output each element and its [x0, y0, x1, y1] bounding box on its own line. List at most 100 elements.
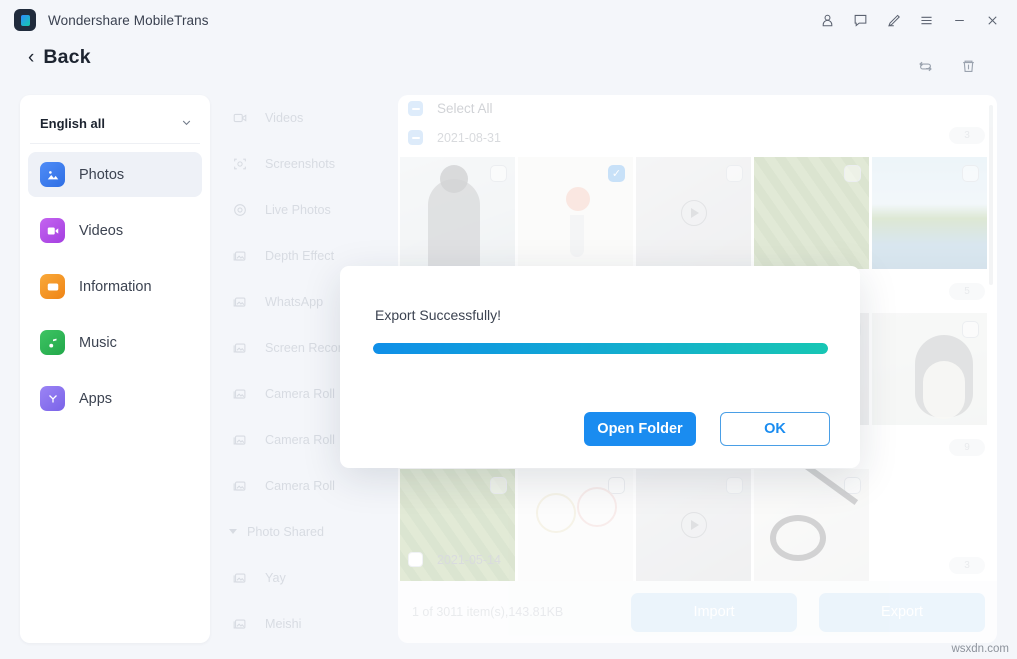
information-icon: [40, 274, 65, 299]
language-selector[interactable]: English all: [30, 104, 200, 144]
photo-stack-icon: [232, 432, 252, 448]
photo-stack-icon: [232, 616, 252, 632]
watermark: wsxdn.com: [951, 643, 1009, 655]
select-all-row[interactable]: Select All: [408, 101, 493, 116]
menu-icon[interactable]: [910, 4, 943, 36]
thumbnail-checkbox[interactable]: ✓: [608, 165, 625, 182]
chevron-down-icon: [181, 117, 192, 131]
photo-stack-icon: [232, 478, 252, 494]
album-item[interactable]: Camera Roll: [218, 463, 398, 509]
sidebar-nav: Photos Videos Information Music: [20, 152, 210, 421]
date-group-row-bottom[interactable]: 2021-05-14: [408, 552, 501, 567]
thumbnail-item[interactable]: [518, 469, 633, 581]
album-label: Videos: [265, 111, 303, 125]
album-label: Camera Roll: [265, 433, 335, 447]
music-icon: [40, 330, 65, 355]
photo-stack-icon: [232, 294, 252, 310]
back-label: Back: [43, 46, 90, 69]
album-group-photo-shared[interactable]: Photo Shared: [218, 509, 398, 555]
thumbnail-checkbox[interactable]: [726, 165, 743, 182]
select-all-checkbox[interactable]: [408, 101, 423, 116]
panel-scrollbar[interactable]: [989, 105, 993, 285]
sidebar-item-information[interactable]: Information: [28, 264, 202, 309]
import-button[interactable]: Import: [631, 593, 797, 632]
sidebar-label-videos: Videos: [79, 223, 123, 239]
date-group-badge: 9: [949, 439, 985, 456]
thumbnail-checkbox[interactable]: [608, 477, 625, 494]
selection-count-label: 1 of 3011 item(s),143.81KB: [412, 605, 563, 619]
thumbnail-item[interactable]: ✓: [518, 157, 633, 269]
album-item[interactable]: Videos: [218, 95, 398, 141]
sidebar-item-photos[interactable]: Photos: [28, 152, 202, 197]
sidebar-label-music: Music: [79, 335, 117, 351]
thumbnail-item-video[interactable]: [636, 157, 751, 269]
thumbnail-item[interactable]: [872, 313, 987, 425]
export-success-dialog: Export Successfully! Open Folder OK: [340, 266, 860, 468]
app-window: Wondershare MobileTrans: [0, 0, 1017, 659]
videos-icon: [40, 218, 65, 243]
language-label: English all: [40, 116, 105, 131]
back-button[interactable]: ‹ Back: [28, 46, 91, 69]
thumbnail-checkbox[interactable]: [962, 165, 979, 182]
content-toolbar: [917, 58, 977, 75]
video-camera-icon: [232, 110, 252, 126]
album-item[interactable]: Yay: [218, 555, 398, 601]
screenshot-icon: [232, 156, 252, 172]
open-folder-button[interactable]: Open Folder: [584, 412, 696, 446]
sidebar-item-apps[interactable]: Apps: [28, 376, 202, 421]
account-icon[interactable]: [811, 4, 844, 36]
dialog-actions: Open Folder OK: [584, 412, 830, 446]
delete-icon[interactable]: [960, 58, 977, 75]
footer-actions: Import Export: [631, 593, 985, 632]
photo-stack-icon: [232, 248, 252, 264]
thumbnail-checkbox[interactable]: [490, 477, 507, 494]
apps-icon: [40, 386, 65, 411]
album-label: Live Photos: [265, 203, 331, 217]
album-label: Depth Effect: [265, 249, 334, 263]
date-group-checkbox[interactable]: [408, 130, 423, 145]
thumbnail-checkbox[interactable]: [726, 477, 743, 494]
sidebar-item-music[interactable]: Music: [28, 320, 202, 365]
date-group-label: 2021-08-31: [437, 131, 501, 145]
album-item[interactable]: Live Photos: [218, 187, 398, 233]
album-label: Meishi: [265, 617, 301, 631]
sidebar-label-information: Information: [79, 279, 152, 295]
play-icon: [681, 512, 707, 538]
photos-icon: [40, 162, 65, 187]
close-icon[interactable]: [976, 4, 1009, 36]
progress-bar: [373, 343, 828, 354]
thumbnail-row: ✓: [400, 157, 987, 269]
select-all-label: Select All: [437, 101, 493, 116]
thumbnail-checkbox[interactable]: [844, 477, 861, 494]
back-chevron-icon: ‹: [28, 48, 34, 67]
thumbnail-item-video[interactable]: [636, 469, 751, 581]
thumbnail-checkbox[interactable]: [962, 321, 979, 338]
date-group-badge: 3: [949, 127, 985, 144]
thumbnail-item[interactable]: [400, 157, 515, 269]
album-item[interactable]: Meishi: [218, 601, 398, 647]
date-group-label: 2021-05-14: [437, 553, 501, 567]
caret-down-icon: [228, 526, 238, 538]
sidebar-item-videos[interactable]: Videos: [28, 208, 202, 253]
album-item[interactable]: Screenshots: [218, 141, 398, 187]
thumbnail-item[interactable]: [872, 157, 987, 269]
sidebar-label-photos: Photos: [79, 167, 124, 183]
thumbnail-item[interactable]: [754, 469, 869, 581]
refresh-icon[interactable]: [917, 58, 934, 75]
date-group-checkbox[interactable]: [408, 552, 423, 567]
minimize-icon[interactable]: [943, 4, 976, 36]
album-label: WhatsApp: [265, 295, 323, 309]
thumbnail-checkbox[interactable]: [490, 165, 507, 182]
ok-button[interactable]: OK: [720, 412, 830, 446]
edit-pen-icon[interactable]: [877, 4, 910, 36]
sub-header: ‹ Back: [0, 40, 1017, 88]
photo-stack-icon: [232, 570, 252, 586]
date-group-row-top[interactable]: 2021-08-31: [408, 130, 501, 145]
sidebar-label-apps: Apps: [79, 391, 112, 407]
feedback-icon[interactable]: [844, 4, 877, 36]
title-bar: Wondershare MobileTrans: [0, 0, 1017, 40]
thumbnail-checkbox[interactable]: [844, 165, 861, 182]
sidebar: English all Photos Videos: [20, 95, 210, 643]
export-button[interactable]: Export: [819, 593, 985, 632]
thumbnail-item[interactable]: [754, 157, 869, 269]
